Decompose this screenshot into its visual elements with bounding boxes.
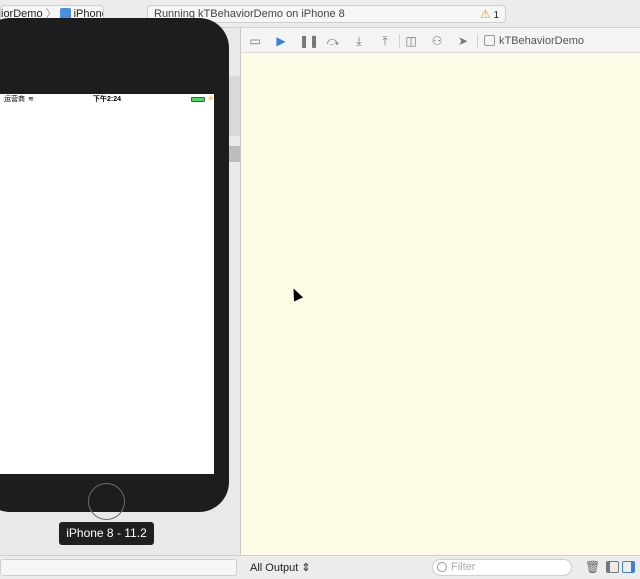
memory-graph-icon[interactable]: ⚇ (429, 33, 445, 49)
battery-icon (191, 97, 205, 102)
panel-edge (228, 76, 240, 136)
debug-bar: ▭ ▶ ❚❚ ⤼ ⤓ ⤒ ◫ ⚇ ➤ kTBehaviorDemo (241, 28, 640, 53)
step-out-icon[interactable]: ⤒ (377, 33, 393, 49)
warning-badge[interactable]: ⚠ 1 (480, 6, 499, 24)
debug-area-footer: All Output ⇕ Filter 🗑 (0, 555, 640, 579)
simulator-device-label: iPhone 8 - 11.2 (59, 522, 154, 545)
simulator-screen[interactable]: 运营商 ≋ 下午2:24 ⚡ (0, 94, 214, 474)
show-variables-icon[interactable] (606, 561, 619, 573)
debug-breadcrumb[interactable]: kTBehaviorDemo (484, 33, 584, 49)
home-button[interactable] (88, 483, 125, 520)
trash-icon[interactable]: 🗑 (585, 560, 600, 574)
warning-count: 1 (493, 10, 499, 21)
chevron-updown-icon: ⇕ (301, 562, 311, 574)
output-selector[interactable]: All Output ⇕ (250, 560, 311, 576)
filter-icon (437, 562, 447, 572)
view-debugger-icon[interactable]: ◫ (403, 33, 419, 49)
filter-placeholder: Filter (451, 561, 476, 573)
wifi-icon: ≋ (28, 96, 34, 103)
charging-icon: ⚡ (207, 96, 215, 102)
step-into-icon[interactable]: ⤓ (351, 33, 367, 49)
console-output-area[interactable] (241, 53, 640, 555)
toolbar-divider (399, 34, 400, 48)
step-over-icon[interactable]: ⤼ (325, 33, 341, 49)
toolbar-divider (477, 34, 478, 48)
pause-icon[interactable]: ❚❚ (299, 33, 319, 49)
carrier-label: 运营商 (4, 96, 25, 103)
breadcrumb-label: kTBehaviorDemo (499, 35, 584, 47)
variables-filter[interactable] (0, 559, 237, 576)
scroll-indicator[interactable] (229, 146, 240, 162)
status-time: 下午2:24 (93, 96, 122, 103)
show-console-icon[interactable] (622, 561, 635, 573)
filter-input[interactable]: Filter (432, 559, 572, 576)
project-icon (484, 35, 495, 46)
iphone-simulator: 运营商 ≋ 下午2:24 ⚡ (0, 18, 229, 520)
output-selector-label: All Output (250, 562, 299, 574)
status-bar: 运营商 ≋ 下午2:24 ⚡ (0, 94, 214, 105)
warning-icon: ⚠ (479, 7, 491, 21)
console-toggle-icon[interactable]: ▭ (247, 33, 263, 49)
location-icon[interactable]: ➤ (455, 33, 471, 49)
breakpoint-icon[interactable]: ▶ (273, 33, 289, 49)
